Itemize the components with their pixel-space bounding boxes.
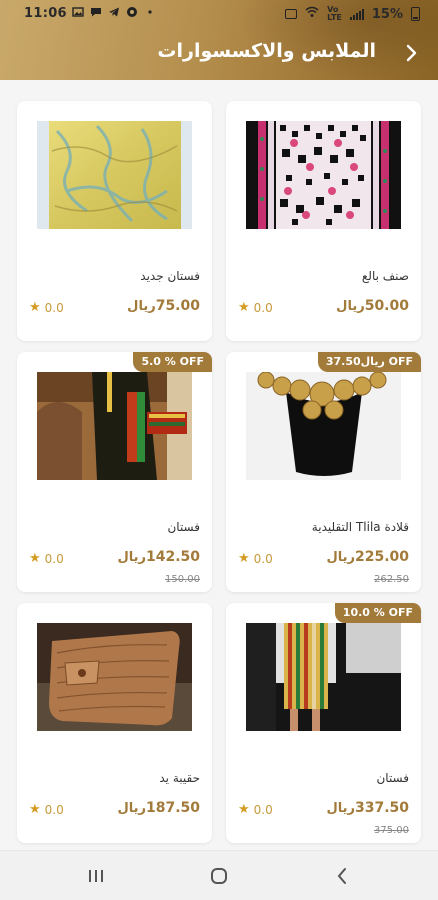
- wifi-icon: [305, 6, 319, 22]
- product-image: [37, 623, 192, 731]
- status-bar: 11:06 Vo LTE 15%: [0, 0, 438, 28]
- product-card[interactable]: صنف بالع 50.00ريال ★ 0.0: [226, 101, 421, 341]
- dot-icon: [144, 6, 156, 18]
- system-back-button[interactable]: [330, 865, 354, 887]
- product-old-price: 262.50: [374, 574, 409, 585]
- product-name: فستان: [167, 520, 200, 534]
- chevron-right-icon: [406, 44, 417, 62]
- product-rating: ★ 0.0: [238, 551, 273, 566]
- product-rating: ★ 0.0: [238, 300, 273, 315]
- home-button[interactable]: [207, 865, 231, 887]
- alarm-icon: [285, 9, 298, 19]
- system-nav-bar: [0, 850, 438, 900]
- title-bar: الملابس والاكسسوارات: [0, 28, 438, 80]
- star-icon: ★: [238, 551, 250, 566]
- product-name: صنف بالع: [361, 269, 409, 283]
- home-icon: [211, 868, 227, 884]
- back-button[interactable]: [396, 38, 426, 68]
- product-old-price: 150.00: [165, 574, 200, 585]
- battery-icon: [411, 7, 420, 21]
- product-rating: ★ 0.0: [29, 300, 64, 315]
- status-time: 11:06: [24, 6, 67, 21]
- product-price: 50.00ريال: [336, 298, 409, 314]
- battery-percent: 15%: [371, 6, 403, 22]
- product-rating: ★ 0.0: [238, 802, 273, 817]
- product-price: 337.50ريال: [326, 800, 409, 816]
- product-name: فستان: [376, 771, 409, 785]
- game-icon: [126, 6, 138, 18]
- volte-icon: Vo LTE: [327, 5, 342, 22]
- star-icon: ★: [238, 300, 250, 315]
- status-right-icons: Vo LTE 15%: [285, 6, 420, 22]
- chat-icon: [90, 6, 102, 18]
- product-price: 187.50ريال: [117, 800, 200, 816]
- star-icon: ★: [29, 802, 41, 817]
- product-card[interactable]: حقيبة يد 187.50ريال ★ 0.0: [17, 603, 212, 843]
- signal-icon: [349, 8, 364, 20]
- product-image: [37, 372, 192, 480]
- star-icon: ★: [29, 551, 41, 566]
- product-image: [246, 372, 401, 480]
- discount-badge: 10.0 % OFF: [334, 603, 421, 623]
- star-icon: ★: [29, 300, 41, 315]
- recent-apps-button[interactable]: [84, 865, 108, 887]
- product-price: 75.00ريال: [127, 298, 200, 314]
- product-card[interactable]: 10.0 % OFF فستان 337.50ريال ★ 0.0 375.00: [226, 603, 421, 843]
- product-image: [246, 623, 401, 731]
- gallery-icon: [72, 6, 84, 18]
- product-image: [246, 121, 401, 229]
- recent-apps-icon: [89, 870, 103, 882]
- product-rating: ★ 0.0: [29, 802, 64, 817]
- discount-badge: 37.50ريال OFF: [317, 352, 421, 372]
- product-price: 225.00ريال: [326, 549, 409, 565]
- product-card[interactable]: 5.0 % OFF فستان 142.50ريال ★ 0.0 150.00: [17, 352, 212, 592]
- product-name: حقيبة يد: [159, 771, 200, 785]
- telegram-icon: [108, 6, 120, 18]
- product-rating: ★ 0.0: [29, 551, 64, 566]
- product-card[interactable]: 37.50ريال OFF قلادة Tlila التقليدية 225.…: [226, 352, 421, 592]
- product-card[interactable]: فستان جديد 75.00ريال ★ 0.0: [17, 101, 212, 341]
- product-price: 142.50ريال: [117, 549, 200, 565]
- app-header: 11:06 Vo LTE 15% الملابس والاكسسوارات: [0, 0, 438, 80]
- product-name: قلادة Tlila التقليدية: [311, 520, 409, 534]
- product-image: [37, 121, 192, 229]
- page-title: الملابس والاكسسوارات: [157, 40, 376, 62]
- discount-badge: 5.0 % OFF: [133, 352, 212, 372]
- star-icon: ★: [238, 802, 250, 817]
- product-old-price: 375.00: [374, 825, 409, 836]
- product-name: فستان جديد: [140, 269, 200, 283]
- back-icon: [337, 868, 346, 884]
- status-left-icons: [72, 6, 156, 18]
